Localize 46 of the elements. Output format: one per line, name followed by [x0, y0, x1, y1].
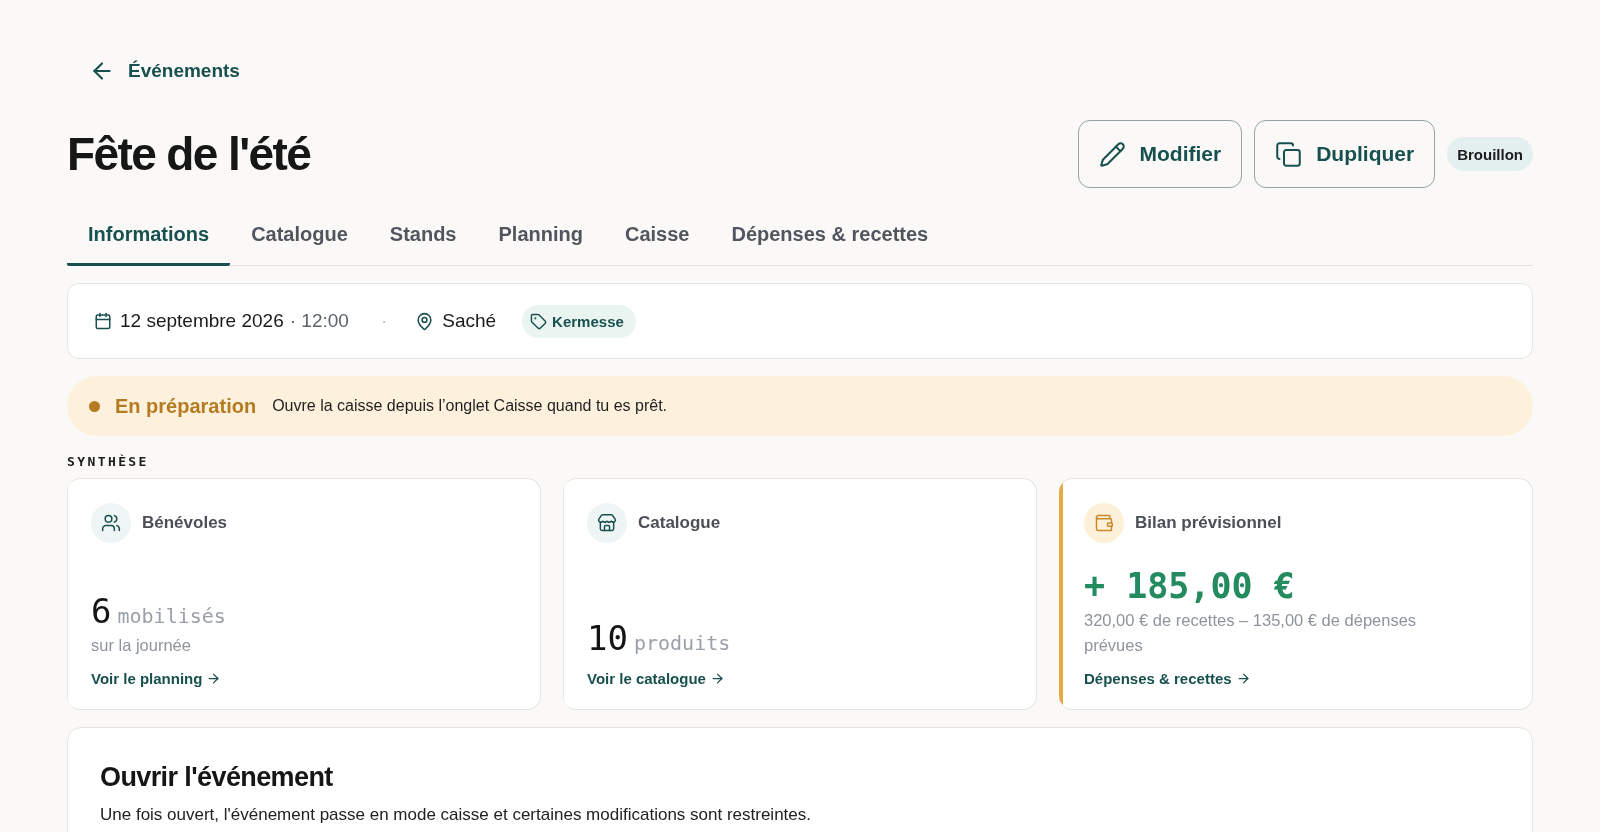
card-link[interactable]: Voir le planning [91, 670, 222, 687]
card-value: 6 [91, 591, 112, 631]
card-note: sur la journée [91, 635, 191, 656]
panel-description: Une fois ouvert, l'événement passe en mode caisse et certaines modifications sont restreintes. [100, 805, 811, 825]
tab[interactable]: Catalogue [230, 205, 369, 266]
event-date: 12 septembre 2026 [120, 310, 284, 332]
tag-icon [530, 312, 548, 330]
card-title: Bilan prévisionnel [1135, 513, 1282, 533]
people-icon [91, 503, 131, 543]
event-time: · 12:00 [289, 310, 349, 332]
tab[interactable]: Dépenses & recettes [710, 205, 950, 266]
tab[interactable]: Informations [67, 205, 231, 266]
arrow-right-icon [709, 671, 725, 686]
page-title: Fête de l'été [67, 127, 311, 181]
tab[interactable]: Planning [477, 205, 604, 266]
map-pin-icon [415, 311, 435, 331]
back-link[interactable]: Événements [89, 58, 240, 84]
status-message: Ouvre la caisse depuis l’onglet Caisse quand tu es prêt. [272, 397, 668, 415]
card-unit: produits [633, 630, 731, 655]
card-note: 320,00 € de recettes – 135,00 € de dépenses prévues [1084, 610, 1418, 656]
status-dot-icon [89, 400, 100, 412]
card-value: + 185,00 € [1084, 565, 1295, 606]
status-label: En préparation [115, 394, 257, 418]
duplicate-button[interactable]: Dupliquer [1254, 120, 1436, 188]
tab[interactable]: Caisse [603, 205, 711, 266]
tag-label: Kermesse [552, 312, 624, 330]
card-unit: mobilisés [117, 603, 226, 628]
wallet-icon [1084, 503, 1124, 543]
arrow-right-icon [1235, 671, 1251, 686]
pencil-icon [1098, 140, 1126, 168]
event-location: Saché [442, 310, 497, 332]
card-title: Catalogue [638, 513, 721, 533]
tab[interactable]: Stands [368, 205, 478, 266]
copy-icon [1275, 140, 1303, 168]
card-link[interactable]: Voir le catalogue [587, 670, 725, 687]
card-value: 10 [587, 618, 628, 658]
separator-dot: · [380, 310, 388, 332]
card-link[interactable]: Dépenses & recettes [1084, 670, 1251, 687]
status-badge: Brouillon [1447, 137, 1533, 171]
arrow-right-icon [206, 671, 222, 686]
card-title: Bénévoles [142, 513, 228, 533]
edit-button[interactable]: Modifier [1077, 120, 1243, 188]
section-label: SYNTHÈSE [67, 454, 149, 469]
store-icon [587, 503, 627, 543]
panel-title: Ouvrir l'événement [100, 762, 333, 793]
calendar-icon [94, 312, 112, 330]
